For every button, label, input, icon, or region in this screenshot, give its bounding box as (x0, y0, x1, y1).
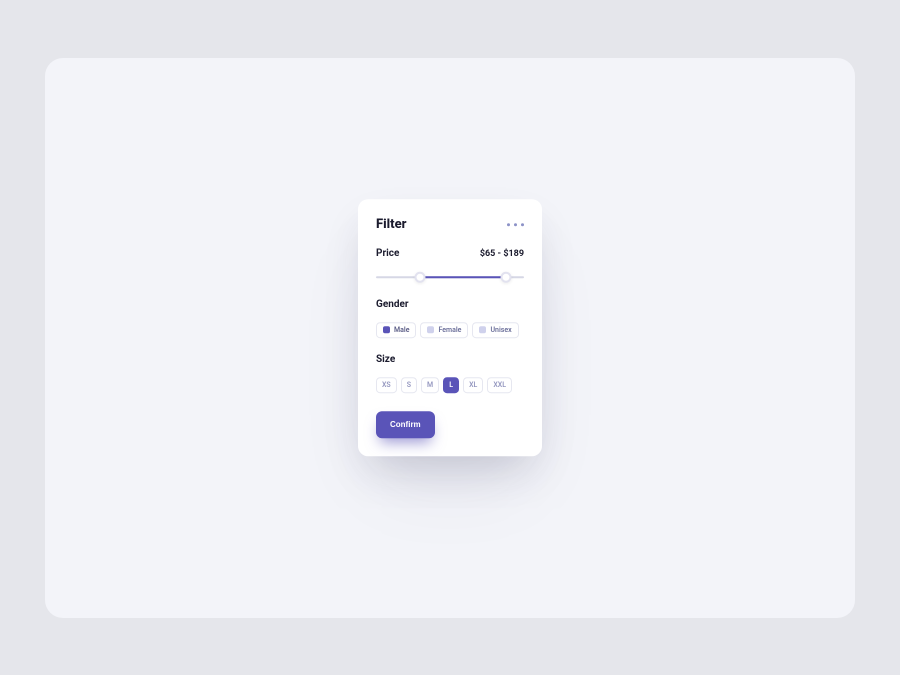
gender-section: Gender Male Female Unisex (376, 299, 524, 338)
filter-header: Filter (376, 217, 524, 232)
size-section: Size XS S M L XL XXL (376, 354, 524, 393)
checkbox-icon (427, 326, 434, 333)
size-option-xs[interactable]: XS (376, 377, 397, 393)
gender-label: Gender (376, 299, 409, 310)
size-option-m[interactable]: M (421, 377, 439, 393)
size-option-l[interactable]: L (443, 377, 459, 393)
filter-card: Filter Price $65 - $189 Gender (358, 199, 542, 456)
gender-option-male[interactable]: Male (376, 322, 416, 338)
size-option-xl[interactable]: XL (463, 377, 483, 393)
confirm-button[interactable]: Confirm (376, 411, 435, 438)
checkbox-icon (383, 326, 390, 333)
price-slider[interactable] (376, 271, 524, 283)
gender-option-label: Male (394, 326, 409, 334)
app-canvas: Filter Price $65 - $189 Gender (45, 58, 855, 618)
price-section: Price $65 - $189 (376, 248, 524, 283)
price-range-value: $65 - $189 (480, 249, 524, 259)
gender-option-female[interactable]: Female (420, 322, 468, 338)
slider-fill (420, 276, 506, 278)
gender-option-label: Unisex (490, 326, 511, 334)
gender-option-unisex[interactable]: Unisex (472, 322, 518, 338)
size-options: XS S M L XL XXL (376, 377, 524, 393)
gender-option-label: Female (438, 326, 461, 334)
size-label: Size (376, 354, 395, 365)
gender-options: Male Female Unisex (376, 322, 524, 338)
checkbox-icon (479, 326, 486, 333)
filter-title: Filter (376, 217, 406, 232)
size-option-xxl[interactable]: XXL (487, 377, 512, 393)
size-option-s[interactable]: S (401, 377, 417, 393)
price-label: Price (376, 248, 399, 259)
slider-min-handle[interactable] (415, 271, 426, 282)
slider-max-handle[interactable] (501, 271, 512, 282)
more-options-icon[interactable] (507, 223, 524, 226)
